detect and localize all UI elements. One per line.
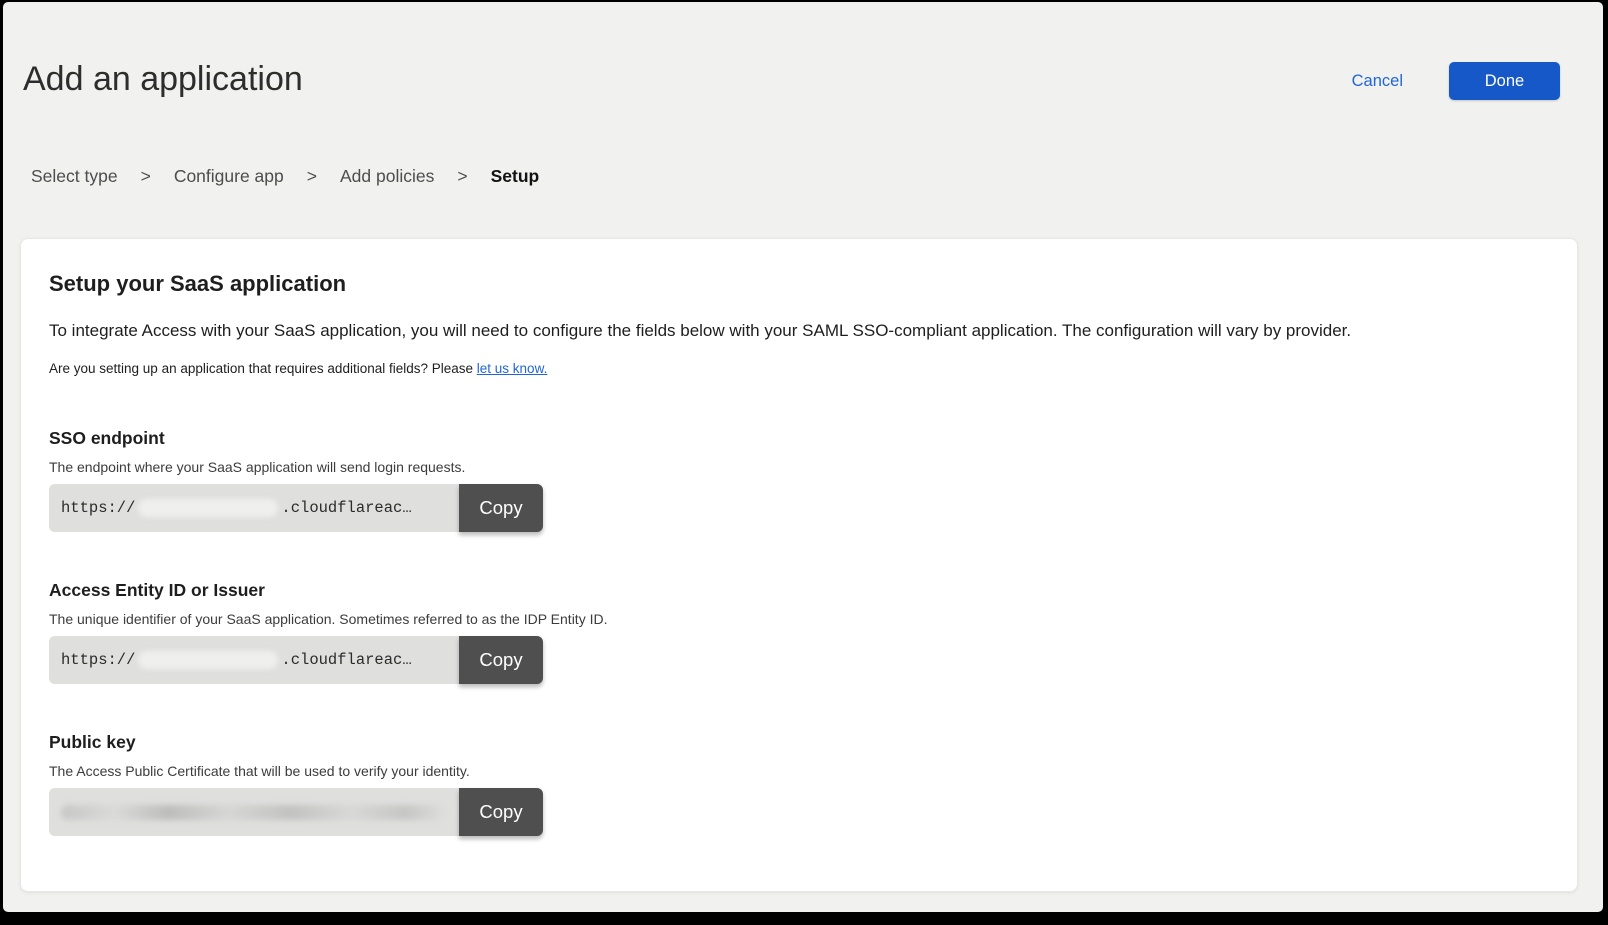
breadcrumb-separator: > [307,166,317,187]
redacted-value-full [61,805,443,820]
breadcrumb-separator: > [141,166,151,187]
card-intro: To integrate Access with your SaaS appli… [49,321,1543,341]
redacted-value-segment [138,651,278,669]
entity-id-value[interactable]: https:// .cloudflareac… [49,636,459,684]
public-key-copy-button[interactable]: Copy [459,788,543,836]
public-key-value[interactable] [49,788,459,836]
page: Add an application Cancel Done Select ty… [3,2,1603,912]
screenshot-frame: Add an application Cancel Done Select ty… [0,0,1608,925]
note-text: Are you setting up an application that r… [49,361,477,376]
page-title: Add an application [23,60,303,99]
breadcrumb-step-configure-app[interactable]: Configure app [174,166,284,187]
sso-endpoint-description: The endpoint where your SaaS application… [49,459,1543,475]
additional-fields-note: Are you setting up an application that r… [49,361,1543,376]
breadcrumb-step-select-type[interactable]: Select type [31,166,118,187]
public-key-value-row: Copy [49,788,543,836]
done-button[interactable]: Done [1449,62,1560,100]
public-key-label: Public key [49,732,1543,753]
sso-endpoint-label: SSO endpoint [49,428,1543,449]
redacted-value-segment [138,499,278,517]
value-suffix: .cloudflareac… [281,499,411,517]
sso-endpoint-value[interactable]: https:// .cloudflareac… [49,484,459,532]
sso-endpoint-value-row: https:// .cloudflareac… Copy [49,484,543,532]
breadcrumb: Select type > Configure app > Add polici… [31,166,539,187]
value-prefix: https:// [61,499,135,517]
sso-endpoint-copy-button[interactable]: Copy [459,484,543,532]
public-key-description: The Access Public Certificate that will … [49,763,1543,779]
value-suffix: .cloudflareac… [281,651,411,669]
card-heading: Setup your SaaS application [49,271,1543,297]
public-key-section: Public key The Access Public Certificate… [49,732,1543,836]
breadcrumb-step-add-policies[interactable]: Add policies [340,166,434,187]
header-actions: Cancel Done [1352,62,1560,100]
entity-id-copy-button[interactable]: Copy [459,636,543,684]
breadcrumb-separator: > [457,166,467,187]
breadcrumb-step-setup: Setup [491,166,540,187]
cancel-button[interactable]: Cancel [1352,72,1403,91]
entity-id-section: Access Entity ID or Issuer The unique id… [49,580,1543,684]
entity-id-description: The unique identifier of your SaaS appli… [49,611,1543,627]
entity-id-label: Access Entity ID or Issuer [49,580,1543,601]
let-us-know-link[interactable]: let us know. [477,361,548,376]
sso-endpoint-section: SSO endpoint The endpoint where your Saa… [49,428,1543,532]
entity-id-value-row: https:// .cloudflareac… Copy [49,636,543,684]
setup-card: Setup your SaaS application To integrate… [20,238,1578,892]
value-prefix: https:// [61,651,135,669]
